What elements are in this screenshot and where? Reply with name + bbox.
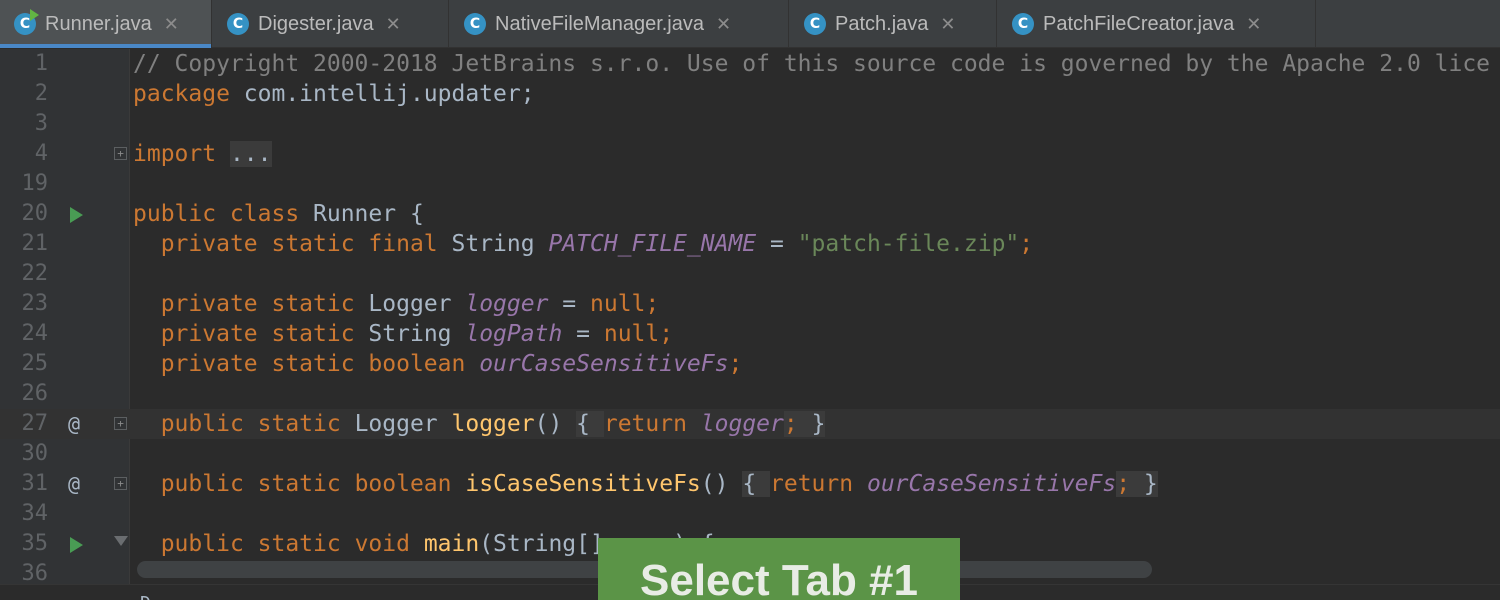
code-line: 4 + import ... <box>0 139 1500 169</box>
fold-collapse-icon[interactable] <box>114 536 128 546</box>
line-number: 2 <box>34 81 48 106</box>
line-number: 34 <box>21 501 49 526</box>
override-marker-icon[interactable]: @ <box>68 469 80 499</box>
line-number: 4 <box>34 141 48 166</box>
bottom-panel-peek-text: D <box>140 593 151 600</box>
tab-nativefilemanager-java[interactable]: C NativeFileManager.java ✕ <box>450 0 789 48</box>
code-line-current: 27 @ + public static Logger logger() { r… <box>0 409 1500 439</box>
tab-label: PatchFileCreator.java <box>1043 12 1235 35</box>
fold-expand-icon[interactable]: + <box>114 477 127 490</box>
code-line: 2 package com.intellij.updater; <box>0 79 1500 109</box>
line-number: 20 <box>21 201 49 226</box>
tab-label: Digester.java <box>258 12 374 35</box>
close-tab-icon[interactable]: ✕ <box>940 14 955 35</box>
line-number: 21 <box>21 231 49 256</box>
run-badge-icon <box>30 9 39 21</box>
java-class-icon: C <box>1012 13 1034 35</box>
action-hint-overlay: Select Tab #1 <box>598 538 960 600</box>
code-line: 1 // Copyright 2000-2018 JetBrains s.r.o… <box>0 49 1500 79</box>
code-text: package com.intellij.updater; <box>133 81 535 107</box>
java-class-icon: C <box>464 13 486 35</box>
code-text: private static boolean ourCaseSensitiveF… <box>160 351 743 377</box>
tab-patchfilecreator-java[interactable]: C PatchFileCreator.java ✕ <box>998 0 1316 48</box>
code-text: private static Logger logger = null; <box>160 291 660 317</box>
line-number: 31 <box>21 471 49 496</box>
code-text: public static boolean isCaseSensitiveFs(… <box>160 471 1158 497</box>
code-line: 31 @ + public static boolean isCaseSensi… <box>0 469 1500 499</box>
folded-imports[interactable]: ... <box>229 141 272 167</box>
fold-expand-icon[interactable]: + <box>114 147 127 160</box>
line-number: 1 <box>34 51 48 76</box>
code-line: 26 <box>0 379 1500 409</box>
active-tab-indicator <box>0 44 211 48</box>
run-gutter-icon[interactable] <box>70 537 83 553</box>
code-line: 20 public class Runner { <box>0 199 1500 229</box>
run-gutter-icon[interactable] <box>70 207 83 223</box>
tab-runner-java[interactable]: C Runner.java ✕ <box>0 0 212 48</box>
java-class-icon: C <box>804 13 826 35</box>
code-line: 19 <box>0 169 1500 199</box>
action-hint-text: Select Tab #1 <box>640 556 918 600</box>
tab-patch-java[interactable]: C Patch.java ✕ <box>790 0 997 48</box>
code-text: private static final String PATCH_FILE_N… <box>160 231 1034 257</box>
line-number: 23 <box>21 291 49 316</box>
java-class-run-icon: C <box>14 9 39 35</box>
close-tab-icon[interactable]: ✕ <box>386 14 401 35</box>
editor-tab-bar: C Runner.java ✕ C Digester.java ✕ C Nati… <box>0 0 1500 48</box>
code-editor[interactable]: 1 // Copyright 2000-2018 JetBrains s.r.o… <box>0 49 1500 600</box>
code-text: public static Logger logger() { return l… <box>160 411 826 437</box>
line-number: 22 <box>21 261 49 286</box>
code-line: 24 private static String logPath = null; <box>0 319 1500 349</box>
code-line: 3 <box>0 109 1500 139</box>
line-number: 3 <box>34 111 48 136</box>
code-line: 21 private static final String PATCH_FIL… <box>0 229 1500 259</box>
code-text: public class Runner { <box>133 201 424 227</box>
line-number: 27 <box>21 411 49 436</box>
line-number: 30 <box>21 441 49 466</box>
tab-label: Runner.java <box>45 12 152 35</box>
line-number: 35 <box>21 531 49 556</box>
close-tab-icon[interactable]: ✕ <box>716 14 731 35</box>
code-text: // Copyright 2000-2018 JetBrains s.r.o. … <box>133 51 1491 77</box>
line-number: 25 <box>21 351 49 376</box>
close-tab-icon[interactable]: ✕ <box>1246 14 1261 35</box>
code-text: import ... <box>133 141 272 167</box>
tab-label: NativeFileManager.java <box>495 12 704 35</box>
java-class-icon: C <box>227 13 249 35</box>
tab-label: Patch.java <box>835 12 929 35</box>
override-marker-icon[interactable]: @ <box>68 409 80 439</box>
code-line: 22 <box>0 259 1500 289</box>
line-number: 19 <box>21 171 49 196</box>
code-text: private static String logPath = null; <box>160 321 674 347</box>
line-number: 26 <box>21 381 49 406</box>
fold-expand-icon[interactable]: + <box>114 417 127 430</box>
line-number: 24 <box>21 321 49 346</box>
code-line: 23 private static Logger logger = null; <box>0 289 1500 319</box>
code-line: 25 private static boolean ourCaseSensiti… <box>0 349 1500 379</box>
code-line: 30 <box>0 439 1500 469</box>
close-tab-icon[interactable]: ✕ <box>164 14 179 35</box>
code-line: 34 <box>0 499 1500 529</box>
tab-digester-java[interactable]: C Digester.java ✕ <box>213 0 449 48</box>
